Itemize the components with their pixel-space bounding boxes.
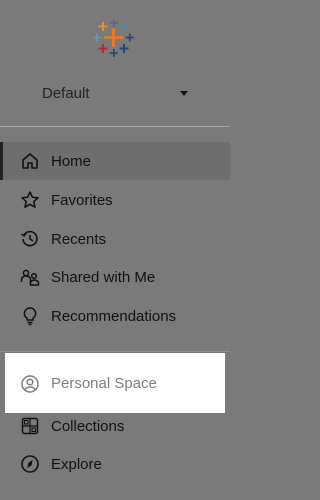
divider: [0, 126, 230, 127]
nav-item-label: Explore: [51, 455, 102, 473]
nav-item-shared-with-me[interactable]: Shared with Me: [0, 258, 230, 296]
compass-icon: [20, 454, 40, 474]
nav-item-label: Recommendations: [51, 307, 177, 325]
nav-item-recents[interactable]: Recents: [0, 220, 230, 258]
tableau-logo-icon: [94, 18, 134, 58]
site-selector-label: Default: [42, 84, 90, 102]
nav-item-label: Favorites: [51, 191, 113, 209]
nav-item-favorites[interactable]: Favorites: [0, 181, 230, 219]
home-icon: [20, 151, 40, 171]
active-indicator: [0, 142, 3, 180]
nav-item-label: Shared with Me: [51, 268, 156, 286]
nav-item-label: Home: [51, 152, 92, 170]
nav-item-collections[interactable]: Collections: [0, 407, 230, 445]
star-icon: [20, 190, 40, 210]
nav-item-home[interactable]: Home: [0, 142, 230, 180]
lightbulb-icon: [20, 306, 40, 326]
collections-icon: [20, 416, 40, 436]
nav-item-label: Personal Space: [51, 375, 157, 392]
site-selector[interactable]: Default: [42, 82, 192, 104]
nav-item-explore[interactable]: Explore: [0, 445, 230, 483]
nav-item-personal-space[interactable]: Personal Space: [5, 353, 225, 413]
person-circle-icon: [20, 374, 40, 394]
divider: [0, 351, 230, 352]
caret-down-icon: [180, 90, 188, 96]
nav-item-recommendations[interactable]: Recommendations: [0, 297, 230, 335]
nav-item-label: Collections: [51, 417, 125, 435]
nav-item-label: Recents: [51, 230, 107, 248]
history-icon: [20, 229, 40, 249]
shared-users-icon: [20, 267, 40, 287]
